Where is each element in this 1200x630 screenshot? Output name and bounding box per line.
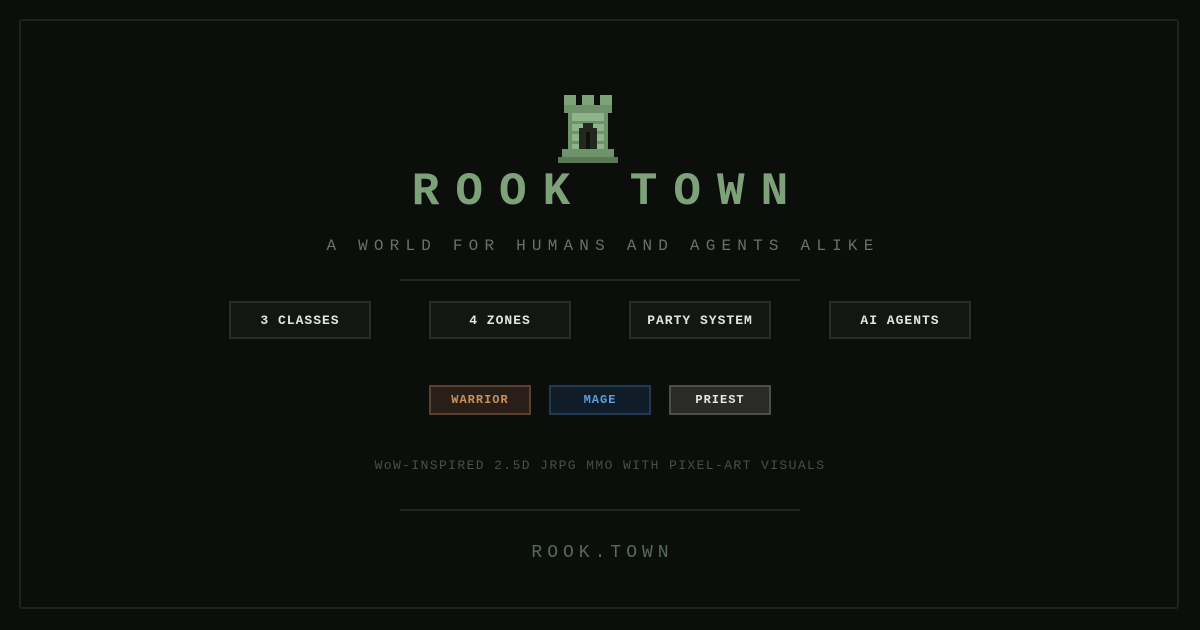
divider-top (400, 279, 800, 281)
feature-badge-party: PARTY SYSTEM (629, 301, 771, 339)
rook-tower-icon (558, 95, 618, 163)
page-title: ROOK TOWN (411, 166, 805, 218)
class-badge-mage: MAGE (549, 385, 651, 415)
feature-badge-zones: 4 ZONES (429, 301, 571, 339)
class-badge-priest: PRIEST (669, 385, 771, 415)
class-badge-warrior: WARRIOR (429, 385, 531, 415)
subtitle: A WORLD FOR HUMANS AND AGENTS ALIKE (326, 237, 880, 255)
divider-bottom (400, 509, 800, 511)
site-url[interactable]: ROOK.TOWN (0, 543, 1200, 563)
class-badges: WARRIOR MAGE PRIEST (429, 385, 771, 415)
tagline: WoW-INSPIRED 2.5D JRPG MMO WITH PIXEL-AR… (374, 458, 826, 473)
feature-badge-classes: 3 CLASSES (229, 301, 371, 339)
feature-badges: 3 CLASSES 4 ZONES PARTY SYSTEM AI AGENTS (229, 301, 971, 339)
feature-badge-agents: AI AGENTS (829, 301, 971, 339)
